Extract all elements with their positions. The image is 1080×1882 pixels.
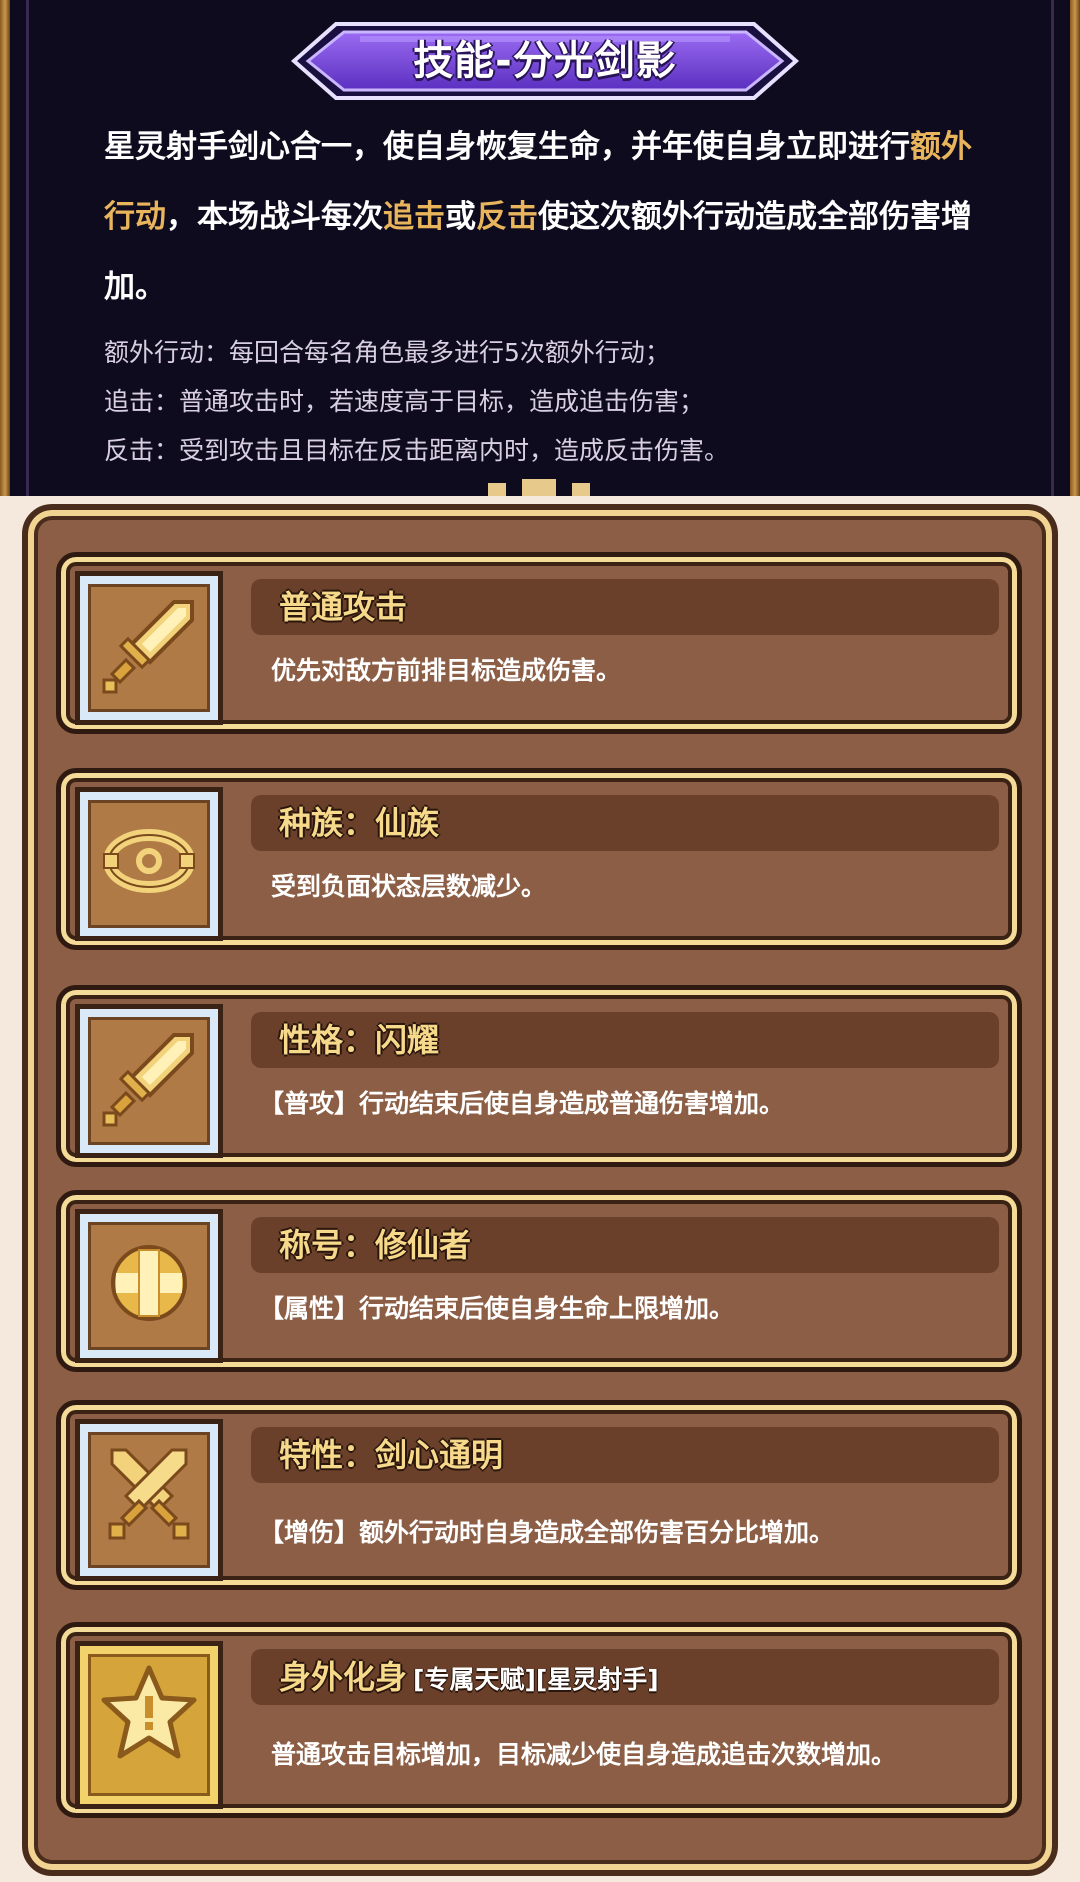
trait-name-bar: 性格：闪耀 — [251, 1012, 999, 1068]
trait-name-bar: 种族：仙族 — [251, 795, 999, 851]
trait-description: 【增伤】额外行动时自身造成全部伤害百分比增加。 — [259, 1518, 835, 1547]
highlight-term: 追击 — [383, 199, 445, 235]
trait-card[interactable]: 种族：仙族受到负面状态层数减少。 — [56, 768, 1022, 950]
skill-title-banner: 技能-分光剑影 — [290, 20, 800, 102]
panel-ornament — [488, 479, 598, 496]
trait-icon-frame — [75, 571, 223, 725]
trait-name-bar: 特性：剑心通明 — [251, 1427, 999, 1483]
skill-title: 技能-分光剑影 — [413, 38, 677, 84]
panel-border-right — [1070, 0, 1080, 496]
trait-name-text: 种族：仙族 — [279, 804, 440, 842]
trait-card[interactable]: 普通攻击优先对敌方前排目标造成伤害。 — [56, 552, 1022, 734]
highlight-term: 反击 — [476, 199, 538, 235]
skill-description: 星灵射手剑心合一，使自身恢复生命，并年使自身立即进行额外行动，本场战斗每次追击或… — [104, 112, 984, 322]
trait-tag: [专属天赋][星灵射手] — [413, 1665, 659, 1694]
trait-card[interactable]: 身外化身 [专属天赋][星灵射手] 普通攻击目标增加，目标减少使自身造成追击次数增加… — [56, 1622, 1022, 1818]
trait-description: 【属性】行动结束后使自身生命上限增加。 — [259, 1294, 735, 1323]
trait-name-text: 性格：闪耀 — [279, 1021, 440, 1059]
description-text: 星灵射手剑心合一，使自身恢复生命，并年使自身立即进行 — [104, 129, 910, 165]
trait-name: 身外化身 [专属天赋][星灵射手] — [279, 1649, 659, 1705]
panel-inner-line-right — [1051, 0, 1054, 496]
panel-border-left — [0, 0, 10, 496]
trait-name-bar: 普通攻击 — [251, 579, 999, 635]
panel-inner-line-left — [26, 0, 29, 496]
trait-name: 称号：修仙者 — [279, 1217, 471, 1273]
note-pursuit: 追击：普通攻击时，若速度高于目标，造成追击伤害； — [104, 387, 705, 416]
trait-name-text: 特性：剑心通明 — [279, 1436, 504, 1474]
note-extra-action: 额外行动：每回合每名角色最多进行5次额外行动； — [104, 338, 670, 367]
trait-name: 普通攻击 — [279, 579, 407, 635]
trait-icon-frame — [75, 1209, 223, 1363]
trait-name: 种族：仙族 — [279, 795, 439, 851]
trait-icon-frame — [75, 787, 223, 941]
note-counter: 反击：受到攻击且目标在反击距离内时，造成反击伤害。 — [104, 436, 730, 465]
trait-description: 【普攻】行动结束后使自身造成普通伤害增加。 — [259, 1089, 785, 1118]
description-text: ，本场战斗每次 — [166, 199, 383, 235]
trait-description: 优先对敌方前排目标造成伤害。 — [271, 656, 622, 685]
trait-card[interactable]: 特性：剑心通明【增伤】额外行动时自身造成全部伤害百分比增加。 — [56, 1400, 1022, 1590]
trait-description: 普通攻击目标增加，目标减少使自身造成追击次数增加。 — [271, 1740, 897, 1769]
trait-card[interactable]: 称号：修仙者【属性】行动结束后使自身生命上限增加。 — [56, 1190, 1022, 1372]
trait-name-text: 称号：修仙者 — [279, 1226, 472, 1264]
trait-card[interactable]: 性格：闪耀【普攻】行动结束后使自身造成普通伤害增加。 — [56, 985, 1022, 1167]
trait-name: 性格：闪耀 — [279, 1012, 439, 1068]
skill-panel: 技能-分光剑影 星灵射手剑心合一，使自身恢复生命，并年使自身立即进行额外行动，本… — [0, 0, 1080, 496]
trait-description: 受到负面状态层数减少。 — [271, 872, 547, 901]
trait-name-text: 身外化身 — [279, 1658, 408, 1696]
trait-name-bar: 身外化身 [专属天赋][星灵射手] — [251, 1649, 999, 1705]
skill-notes: 额外行动：每回合每名角色最多进行5次额外行动； 追击：普通攻击时，若速度高于目标… — [104, 328, 984, 475]
trait-name: 特性：剑心通明 — [279, 1427, 503, 1483]
trait-name-text: 普通攻击 — [279, 588, 408, 626]
trait-icon-frame — [75, 1419, 223, 1581]
trait-name-bar: 称号：修仙者 — [251, 1217, 999, 1273]
trait-icon-frame — [75, 1004, 223, 1158]
description-text: 或 — [445, 199, 476, 235]
trait-icon-frame — [75, 1641, 223, 1809]
